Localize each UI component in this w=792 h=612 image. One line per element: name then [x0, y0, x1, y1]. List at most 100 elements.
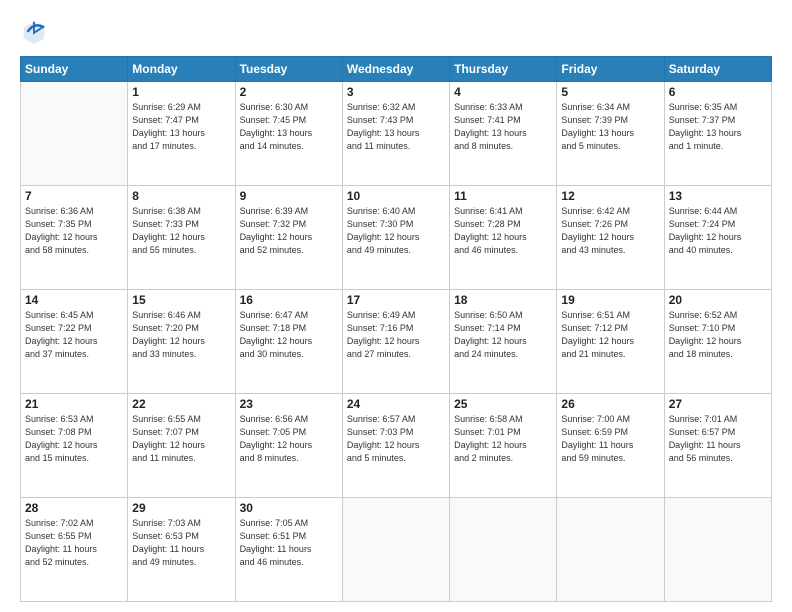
day-number: 4: [454, 85, 552, 99]
day-number: 30: [240, 501, 338, 515]
day-info: Sunrise: 6:39 AM Sunset: 7:32 PM Dayligh…: [240, 205, 338, 257]
day-number: 5: [561, 85, 659, 99]
day-info: Sunrise: 7:02 AM Sunset: 6:55 PM Dayligh…: [25, 517, 123, 569]
day-number: 22: [132, 397, 230, 411]
day-header-thursday: Thursday: [450, 57, 557, 82]
calendar-cell: 20 Sunrise: 6:52 AM Sunset: 7:10 PM Dayli…: [664, 290, 771, 394]
day-info: Sunrise: 7:03 AM Sunset: 6:53 PM Dayligh…: [132, 517, 230, 569]
day-number: 10: [347, 189, 445, 203]
calendar-cell: 11 Sunrise: 6:41 AM Sunset: 7:28 PM Dayli…: [450, 186, 557, 290]
calendar-week-3: 14 Sunrise: 6:45 AM Sunset: 7:22 PM Dayli…: [21, 290, 772, 394]
day-info: Sunrise: 7:05 AM Sunset: 6:51 PM Dayligh…: [240, 517, 338, 569]
day-info: Sunrise: 6:58 AM Sunset: 7:01 PM Dayligh…: [454, 413, 552, 465]
day-number: 9: [240, 189, 338, 203]
day-info: Sunrise: 6:56 AM Sunset: 7:05 PM Dayligh…: [240, 413, 338, 465]
calendar-header-row: SundayMondayTuesdayWednesdayThursdayFrid…: [21, 57, 772, 82]
day-number: 16: [240, 293, 338, 307]
day-number: 18: [454, 293, 552, 307]
day-info: Sunrise: 6:40 AM Sunset: 7:30 PM Dayligh…: [347, 205, 445, 257]
calendar-cell: 25 Sunrise: 6:58 AM Sunset: 7:01 PM Dayli…: [450, 394, 557, 498]
calendar-cell: 18 Sunrise: 6:50 AM Sunset: 7:14 PM Dayli…: [450, 290, 557, 394]
day-info: Sunrise: 6:51 AM Sunset: 7:12 PM Dayligh…: [561, 309, 659, 361]
day-header-saturday: Saturday: [664, 57, 771, 82]
calendar-cell: 3Sunrise: 6:32 AM Sunset: 7:43 PM Daylig…: [342, 82, 449, 186]
day-number: 26: [561, 397, 659, 411]
day-info: Sunrise: 6:49 AM Sunset: 7:16 PM Dayligh…: [347, 309, 445, 361]
day-number: 7: [25, 189, 123, 203]
day-info: Sunrise: 6:53 AM Sunset: 7:08 PM Dayligh…: [25, 413, 123, 465]
calendar-week-1: 1 Sunrise: 6:29 AM Sunset: 7:47 PM Daylig…: [21, 82, 772, 186]
day-number: 13: [669, 189, 767, 203]
day-number: 20: [669, 293, 767, 307]
calendar-table: SundayMondayTuesdayWednesdayThursdayFrid…: [20, 56, 772, 602]
day-number: 15: [132, 293, 230, 307]
day-number: 12: [561, 189, 659, 203]
calendar-cell: 1 Sunrise: 6:29 AM Sunset: 7:47 PM Daylig…: [128, 82, 235, 186]
day-number: 23: [240, 397, 338, 411]
calendar-cell: 9 Sunrise: 6:39 AM Sunset: 7:32 PM Daylig…: [235, 186, 342, 290]
day-number: 28: [25, 501, 123, 515]
calendar-cell: 4 Sunrise: 6:33 AM Sunset: 7:41 PM Daylig…: [450, 82, 557, 186]
calendar-cell: 29 Sunrise: 7:03 AM Sunset: 6:53 PM Dayli…: [128, 498, 235, 602]
calendar-cell: 23 Sunrise: 6:56 AM Sunset: 7:05 PM Dayli…: [235, 394, 342, 498]
day-header-tuesday: Tuesday: [235, 57, 342, 82]
day-info: Sunrise: 6:42 AM Sunset: 7:26 PM Dayligh…: [561, 205, 659, 257]
calendar-cell: 15Sunrise: 6:46 AM Sunset: 7:20 PM Dayli…: [128, 290, 235, 394]
day-info: Sunrise: 6:30 AM Sunset: 7:45 PM Dayligh…: [240, 101, 338, 153]
day-info: Sunrise: 6:33 AM Sunset: 7:41 PM Dayligh…: [454, 101, 552, 153]
logo: [20, 18, 52, 46]
calendar-cell: [557, 498, 664, 602]
day-info: Sunrise: 7:00 AM Sunset: 6:59 PM Dayligh…: [561, 413, 659, 465]
calendar-cell: 30 Sunrise: 7:05 AM Sunset: 6:51 PM Dayli…: [235, 498, 342, 602]
day-number: 17: [347, 293, 445, 307]
day-info: Sunrise: 6:38 AM Sunset: 7:33 PM Dayligh…: [132, 205, 230, 257]
day-info: Sunrise: 6:52 AM Sunset: 7:10 PM Dayligh…: [669, 309, 767, 361]
calendar-week-2: 7 Sunrise: 6:36 AM Sunset: 7:35 PM Daylig…: [21, 186, 772, 290]
day-header-sunday: Sunday: [21, 57, 128, 82]
day-info: Sunrise: 6:47 AM Sunset: 7:18 PM Dayligh…: [240, 309, 338, 361]
day-number: 8: [132, 189, 230, 203]
day-number: 2: [240, 85, 338, 99]
day-header-monday: Monday: [128, 57, 235, 82]
day-info: Sunrise: 6:45 AM Sunset: 7:22 PM Dayligh…: [25, 309, 123, 361]
calendar-week-5: 28 Sunrise: 7:02 AM Sunset: 6:55 PM Dayli…: [21, 498, 772, 602]
day-info: Sunrise: 7:01 AM Sunset: 6:57 PM Dayligh…: [669, 413, 767, 465]
day-number: 24: [347, 397, 445, 411]
day-number: 1: [132, 85, 230, 99]
calendar-cell: [21, 82, 128, 186]
calendar-cell: 13 Sunrise: 6:44 AM Sunset: 7:24 PM Dayli…: [664, 186, 771, 290]
day-info: Sunrise: 6:44 AM Sunset: 7:24 PM Dayligh…: [669, 205, 767, 257]
calendar-cell: 16 Sunrise: 6:47 AM Sunset: 7:18 PM Dayli…: [235, 290, 342, 394]
day-number: 11: [454, 189, 552, 203]
logo-icon: [20, 18, 48, 46]
day-info: Sunrise: 6:36 AM Sunset: 7:35 PM Dayligh…: [25, 205, 123, 257]
day-info: Sunrise: 6:41 AM Sunset: 7:28 PM Dayligh…: [454, 205, 552, 257]
header: [20, 18, 772, 46]
calendar-cell: 10 Sunrise: 6:40 AM Sunset: 7:30 PM Dayli…: [342, 186, 449, 290]
day-header-friday: Friday: [557, 57, 664, 82]
page: SundayMondayTuesdayWednesdayThursdayFrid…: [0, 0, 792, 612]
day-number: 6: [669, 85, 767, 99]
calendar-cell: 26 Sunrise: 7:00 AM Sunset: 6:59 PM Dayli…: [557, 394, 664, 498]
day-info: Sunrise: 6:55 AM Sunset: 7:07 PM Dayligh…: [132, 413, 230, 465]
day-number: 29: [132, 501, 230, 515]
calendar-cell: 24 Sunrise: 6:57 AM Sunset: 7:03 PM Dayli…: [342, 394, 449, 498]
day-info: Sunrise: 6:57 AM Sunset: 7:03 PM Dayligh…: [347, 413, 445, 465]
day-number: 19: [561, 293, 659, 307]
calendar-cell: 22 Sunrise: 6:55 AM Sunset: 7:07 PM Dayli…: [128, 394, 235, 498]
day-info: Sunrise: 6:29 AM Sunset: 7:47 PM Dayligh…: [132, 101, 230, 153]
calendar-cell: 27Sunrise: 7:01 AM Sunset: 6:57 PM Dayli…: [664, 394, 771, 498]
day-header-wednesday: Wednesday: [342, 57, 449, 82]
day-info: Sunrise: 6:32 AM Sunset: 7:43 PM Dayligh…: [347, 101, 445, 153]
calendar-week-4: 21 Sunrise: 6:53 AM Sunset: 7:08 PM Dayli…: [21, 394, 772, 498]
calendar-cell: [450, 498, 557, 602]
calendar-cell: 17 Sunrise: 6:49 AM Sunset: 7:16 PM Dayli…: [342, 290, 449, 394]
day-info: Sunrise: 6:50 AM Sunset: 7:14 PM Dayligh…: [454, 309, 552, 361]
calendar-cell: 5Sunrise: 6:34 AM Sunset: 7:39 PM Daylig…: [557, 82, 664, 186]
calendar-cell: 2 Sunrise: 6:30 AM Sunset: 7:45 PM Daylig…: [235, 82, 342, 186]
calendar-cell: 14 Sunrise: 6:45 AM Sunset: 7:22 PM Dayli…: [21, 290, 128, 394]
calendar-cell: 8 Sunrise: 6:38 AM Sunset: 7:33 PM Daylig…: [128, 186, 235, 290]
day-number: 21: [25, 397, 123, 411]
day-number: 14: [25, 293, 123, 307]
day-number: 25: [454, 397, 552, 411]
